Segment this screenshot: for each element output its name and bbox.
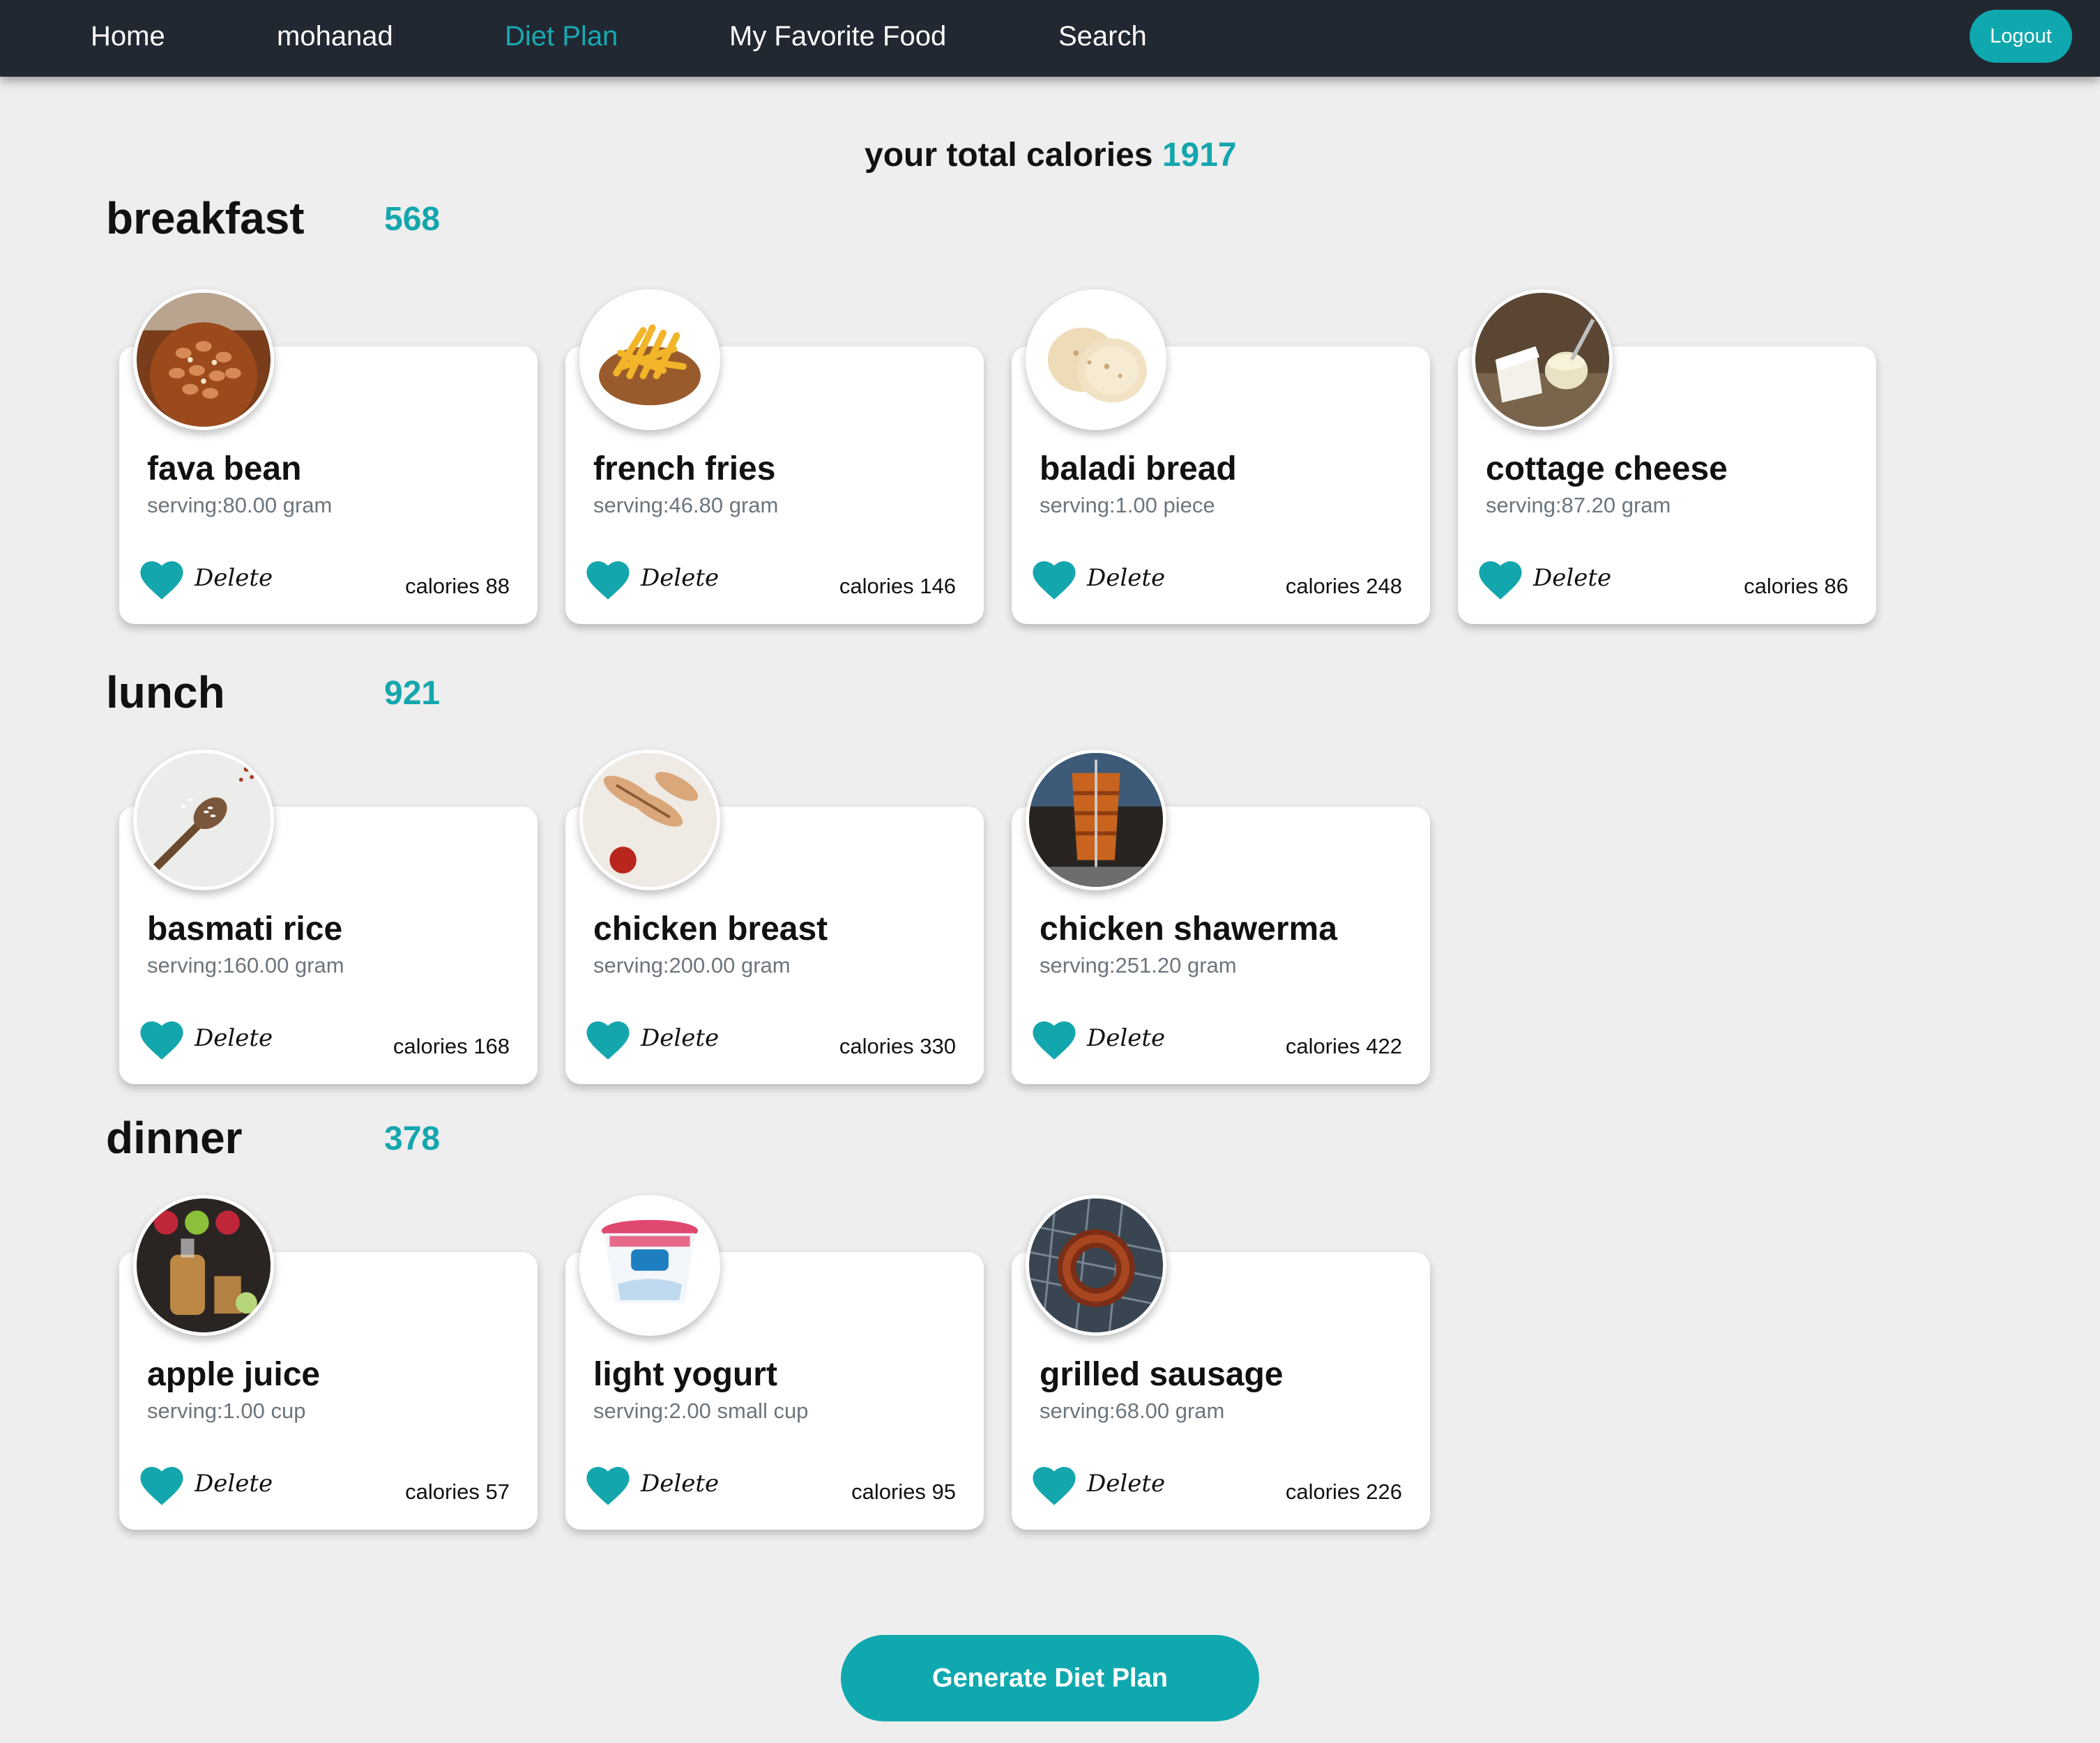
meal-calories-dinner: 378 — [384, 1120, 441, 1157]
food-serving: serving:160.00 gram — [147, 953, 344, 977]
generate-diet-plan-button[interactable]: Generate Diet Plan — [841, 1635, 1259, 1721]
food-calories: calories 86 — [1744, 574, 1848, 598]
heart-icon[interactable] — [586, 1021, 630, 1060]
heart-icon[interactable] — [140, 1021, 183, 1060]
food-card: cottage cheese serving:87.20 gram Delete… — [1458, 289, 1876, 624]
food-card: fava bean serving:80.00 gram Delete calo… — [119, 289, 538, 624]
heart-icon[interactable] — [1033, 561, 1076, 600]
heart-icon[interactable] — [140, 561, 183, 600]
french-fries-photo — [579, 289, 720, 430]
food-calories: calories 422 — [1285, 1034, 1402, 1058]
heart-icon[interactable] — [586, 1467, 630, 1506]
nav-diet-plan[interactable]: Diet Plan — [505, 0, 618, 77]
meal-calories-lunch: 921 — [384, 675, 441, 712]
meal-title-breakfast: breakfast — [106, 193, 305, 243]
food-name: grilled sausage — [1040, 1356, 1284, 1393]
food-serving: serving:1.00 cup — [147, 1399, 306, 1423]
food-name: basmati rice — [147, 911, 343, 947]
food-calories: calories 88 — [405, 574, 510, 598]
food-serving: serving:251.20 gram — [1040, 953, 1237, 977]
delete-button[interactable]: Delete — [1087, 1470, 1165, 1498]
fava-bean-photo — [133, 289, 274, 430]
food-calories: calories 146 — [839, 574, 956, 598]
food-card: basmati rice serving:160.00 gram Delete … — [119, 749, 538, 1084]
heart-icon[interactable] — [1033, 1467, 1076, 1506]
food-card: light yogurt serving:2.00 small cup Dele… — [565, 1195, 984, 1530]
food-serving: serving:68.00 gram — [1040, 1399, 1225, 1423]
meal-calories-breakfast: 568 — [384, 201, 441, 238]
baladi-bread-photo — [1026, 289, 1166, 430]
total-calories: your total calories 1917 — [865, 136, 1241, 174]
grilled-sausage-photo — [1026, 1195, 1166, 1336]
delete-button[interactable]: Delete — [641, 1470, 719, 1498]
heart-icon[interactable] — [586, 561, 630, 600]
food-calories: calories 57 — [405, 1479, 510, 1504]
meal-title-dinner: dinner — [106, 1113, 243, 1163]
meal-title-lunch: lunch — [106, 667, 225, 717]
food-serving: serving:200.00 gram — [593, 953, 791, 977]
total-calories-label: your total calories — [865, 137, 1153, 174]
food-card: baladi bread serving:1.00 piece Delete c… — [1012, 289, 1430, 624]
food-name: french fries — [593, 450, 776, 487]
food-calories: calories 95 — [851, 1479, 956, 1504]
delete-button[interactable]: Delete — [1087, 564, 1165, 592]
cottage-cheese-photo — [1472, 289, 1613, 430]
delete-button[interactable]: Delete — [641, 564, 719, 592]
nav-favorite-food[interactable]: My Favorite Food — [729, 0, 946, 77]
page: Home mohanad Diet Plan My Favorite Food … — [0, 0, 2100, 1743]
light-yogurt-photo — [579, 1195, 720, 1336]
food-card: apple juice serving:1.00 cup Delete calo… — [119, 1195, 538, 1530]
food-serving: serving:1.00 piece — [1040, 493, 1215, 517]
logout-button[interactable]: Logout — [1970, 10, 2072, 63]
food-name: light yogurt — [593, 1356, 777, 1393]
food-card: grilled sausage serving:68.00 gram Delet… — [1012, 1195, 1430, 1530]
delete-button[interactable]: Delete — [1087, 1024, 1165, 1052]
food-name: cottage cheese — [1486, 450, 1728, 487]
food-calories: calories 330 — [839, 1034, 956, 1058]
apple-juice-photo — [133, 1195, 274, 1336]
chicken-breast-photo — [579, 749, 720, 890]
food-calories: calories 168 — [393, 1034, 510, 1058]
heart-icon[interactable] — [1479, 561, 1522, 600]
food-serving: serving:46.80 gram — [593, 493, 779, 517]
food-name: fava bean — [147, 450, 302, 487]
nav-user-profile[interactable]: mohanad — [277, 0, 393, 77]
nav-home[interactable]: Home — [91, 0, 165, 77]
food-name: chicken breast — [593, 911, 828, 947]
food-card: french fries serving:46.80 gram Delete c… — [565, 289, 984, 624]
top-navbar: Home mohanad Diet Plan My Favorite Food … — [0, 0, 2100, 77]
delete-button[interactable]: Delete — [195, 564, 273, 592]
food-card: chicken breast serving:200.00 gram Delet… — [565, 749, 984, 1084]
heart-icon[interactable] — [140, 1467, 183, 1506]
food-serving: serving:87.20 gram — [1486, 493, 1671, 517]
delete-button[interactable]: Delete — [641, 1024, 719, 1052]
food-name: baladi bread — [1040, 450, 1237, 487]
food-calories: calories 226 — [1285, 1479, 1402, 1504]
delete-button[interactable]: Delete — [1533, 564, 1611, 592]
total-calories-value: 1917 — [1162, 137, 1237, 174]
heart-icon[interactable] — [1033, 1021, 1076, 1060]
delete-button[interactable]: Delete — [195, 1024, 273, 1052]
chicken-shawerma-photo — [1026, 749, 1166, 890]
nav-search[interactable]: Search — [1058, 0, 1147, 77]
food-serving: serving:80.00 gram — [147, 493, 333, 517]
food-name: apple juice — [147, 1356, 321, 1393]
food-name: chicken shawerma — [1040, 911, 1337, 947]
food-serving: serving:2.00 small cup — [593, 1399, 809, 1423]
delete-button[interactable]: Delete — [195, 1470, 273, 1498]
basmati-rice-photo — [133, 749, 274, 890]
food-card: chicken shawerma serving:251.20 gram Del… — [1012, 749, 1430, 1084]
food-calories: calories 248 — [1285, 574, 1402, 598]
